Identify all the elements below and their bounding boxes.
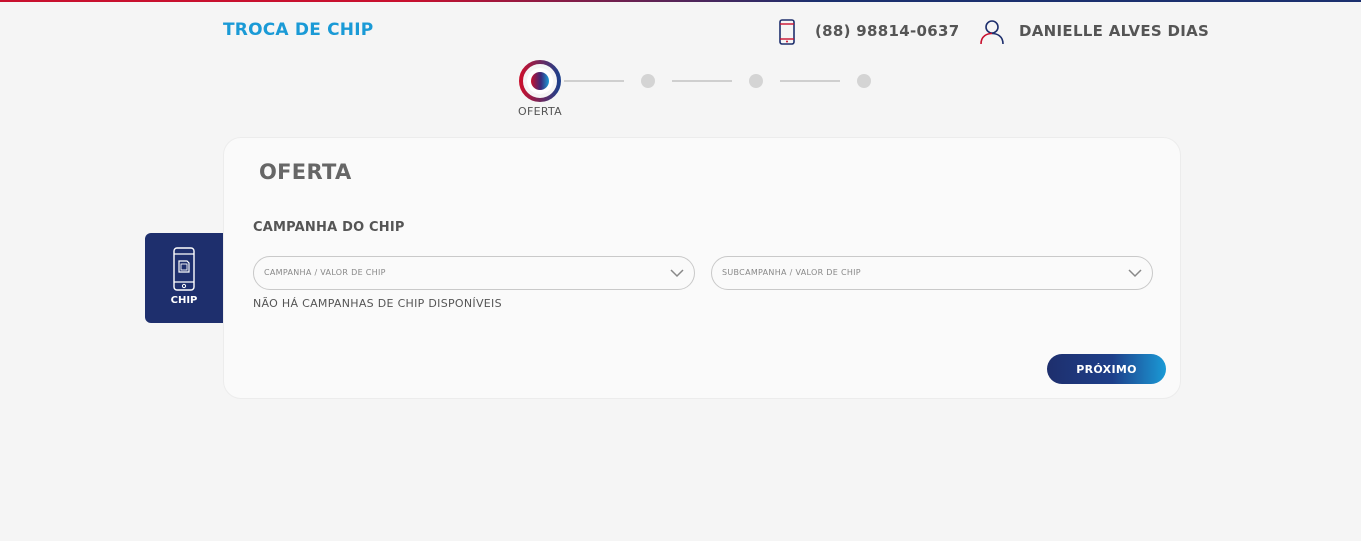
stepper-connector (780, 80, 840, 82)
section-label: CAMPANHA DO CHIP (253, 220, 405, 235)
page-title: TROCA DE CHIP (223, 20, 374, 40)
offer-card: OFERTA CAMPANHA DO CHIP CAMPANHA / VALOR… (223, 137, 1181, 399)
phone-number: (88) 98814-0637 (815, 22, 960, 40)
no-campaigns-message: NÃO HÁ CAMPANHAS DE CHIP DISPONÍVEIS (253, 297, 502, 310)
subcampaign-select-placeholder: SUBCAMPANHA / VALOR DE CHIP (722, 268, 861, 277)
campaign-select-placeholder: CAMPANHA / VALOR DE CHIP (264, 268, 386, 277)
subcampaign-select[interactable]: SUBCAMPANHA / VALOR DE CHIP (711, 256, 1153, 290)
mobile-phone-icon (779, 19, 795, 45)
top-accent-bar (0, 0, 1361, 2)
stepper-connector (564, 80, 624, 82)
card-title: OFERTA (259, 160, 352, 184)
step-current-label: OFERTA (518, 105, 562, 118)
side-tab-chip[interactable]: CHIP (145, 233, 223, 323)
step-2-indicator (641, 74, 655, 88)
user-icon (980, 20, 1004, 45)
step-current-indicator (519, 60, 561, 102)
user-name: DANIELLE ALVES DIAS (1019, 22, 1210, 40)
step-3-indicator (749, 74, 763, 88)
chevron-down-icon (1128, 269, 1142, 278)
sim-card-phone-icon (173, 247, 195, 291)
chevron-down-icon (670, 269, 684, 278)
step-4-indicator (857, 74, 871, 88)
next-button[interactable]: PRÓXIMO (1047, 354, 1166, 384)
stepper-connector (672, 80, 732, 82)
campaign-select[interactable]: CAMPANHA / VALOR DE CHIP (253, 256, 695, 290)
side-tab-label: CHIP (170, 295, 198, 306)
